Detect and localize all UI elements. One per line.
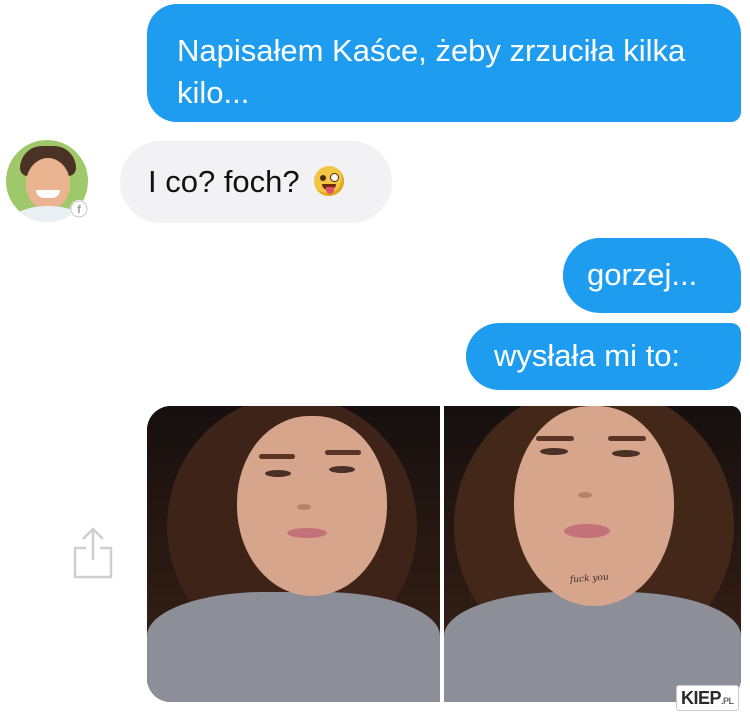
received-message[interactable]: I co? foch? [120,141,392,223]
photo-attachment[interactable]: fuck you [147,406,741,702]
kiep-watermark: KIEP.PL [676,685,739,711]
message-text: I co? foch? [148,164,300,199]
selfie-photo-before[interactable] [147,406,440,702]
share-icon[interactable] [72,526,114,580]
message-text: Napisałem Kaśce, żeby zrzuciła kilka kil… [177,33,686,110]
sent-message-3[interactable]: wysłała mi to: [466,323,741,390]
messenger-badge-icon: f [70,200,88,218]
svg-text:f: f [77,204,81,216]
winking-tongue-emoji-icon [314,166,345,196]
avatar-face [26,158,70,210]
sent-message-2[interactable]: gorzej... [563,238,741,313]
message-text: wysłała mi to: [494,338,681,373]
message-text: gorzej... [587,257,698,292]
sent-message-1[interactable]: Napisałem Kaśce, żeby zrzuciła kilka kil… [147,4,741,122]
selfie-photo-after[interactable]: fuck you [444,406,741,702]
